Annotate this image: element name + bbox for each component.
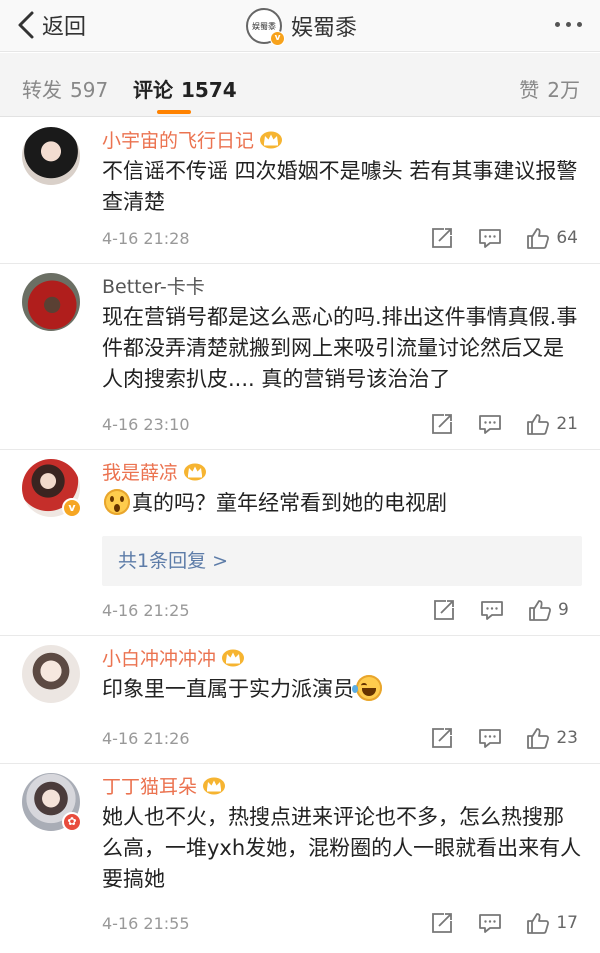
repost-icon[interactable] <box>432 598 456 622</box>
avatar[interactable]: ✿ <box>22 773 82 832</box>
username: 我是薛凉 <box>102 462 179 484</box>
tab-repost[interactable]: 转发 597 <box>22 74 108 103</box>
username-link[interactable]: 我是薛凉 <box>102 458 207 485</box>
like-count: 64 <box>556 228 578 248</box>
comment-item: ✿ 丁丁猫耳朵 她人也不火，热搜点进来评论也不多，怎么热搜那么高，一堆yxh发她… <box>0 764 600 953</box>
tab-like-label: 赞 <box>519 78 540 102</box>
like-count: 23 <box>556 728 578 748</box>
username: 丁丁猫耳朵 <box>102 776 198 798</box>
comment-actions: 17 <box>430 911 578 935</box>
avatar[interactable] <box>22 273 80 331</box>
comment-icon[interactable] <box>478 911 502 935</box>
username: Better-卡卡 <box>102 276 205 298</box>
comment-text: 真的吗？童年经常看到她的电视剧 <box>132 491 447 515</box>
comment-actions: 9 <box>432 598 578 622</box>
repost-icon[interactable] <box>430 226 454 250</box>
comment-time: 4-16 21:26 <box>102 729 190 748</box>
tab-comment[interactable]: 评论 1574 <box>133 74 237 103</box>
crown-icon <box>222 649 245 667</box>
account-name: 娱蜀黍 <box>291 16 358 41</box>
like-icon <box>527 728 550 749</box>
comment-item: 小宇宙的飞行日记 不信谣不传谣 四次婚姻不是噱头 若有其事建议报警查清楚 4-1… <box>0 118 600 264</box>
username-link[interactable]: 小宇宙的飞行日记 <box>102 126 283 153</box>
tab-repost-label: 转发 <box>22 78 62 102</box>
like-icon <box>527 228 550 249</box>
comment-text: 她人也不火，热搜点进来评论也不多，怎么热搜那么高，一堆yxh发她，混粉圈的人一眼… <box>102 805 582 891</box>
repost-icon[interactable] <box>430 412 454 436</box>
back-label: 返回 <box>42 15 87 40</box>
verified-icon: v <box>270 31 285 46</box>
comment-actions: 64 <box>430 226 578 250</box>
back-button[interactable]: 返回 <box>14 8 86 42</box>
crown-icon <box>203 777 226 795</box>
avatar[interactable]: v <box>22 459 82 518</box>
like-count: 17 <box>556 913 578 933</box>
like-button[interactable]: 17 <box>526 911 578 935</box>
comment-actions: 23 <box>430 726 578 750</box>
tab-like-count: 2万 <box>547 78 580 102</box>
account-avatar[interactable]: 娱蜀黍 v <box>246 8 285 46</box>
username: 小白冲冲冲冲 <box>102 648 217 670</box>
avatar[interactable] <box>22 127 80 185</box>
tab-bar: 转发 597 评论 1574 赞 2万 <box>0 53 600 117</box>
comment-icon[interactable] <box>478 226 502 250</box>
like-count: 9 <box>558 600 569 620</box>
username-link[interactable]: 丁丁猫耳朵 <box>102 772 226 799</box>
comment-time: 4-16 23:10 <box>102 415 190 434</box>
account-header[interactable]: 娱蜀黍 v 娱蜀黍 <box>246 7 358 46</box>
like-button[interactable]: 9 <box>528 598 578 622</box>
comment-time: 4-16 21:55 <box>102 914 190 933</box>
tab-comment-label: 评论 <box>133 78 173 102</box>
tab-like[interactable]: 赞 2万 <box>519 74 580 103</box>
more-dots-icon[interactable] <box>555 22 582 27</box>
comment-time: 4-16 21:28 <box>102 229 190 248</box>
comment-icon[interactable] <box>478 412 502 436</box>
comment-body: 印象里一直属于实力派演员 <box>102 674 582 705</box>
like-button[interactable]: 23 <box>526 726 578 750</box>
comment-text: 现在营销号都是这么恶心的吗.排出这件事情真假.事件都没弄清楚就搬到网上来吸引流量… <box>102 305 578 391</box>
repost-icon[interactable] <box>430 726 454 750</box>
comment-item: Better-卡卡 现在营销号都是这么恶心的吗.排出这件事情真假.事件都没弄清楚… <box>0 264 600 450</box>
comment-actions: 21 <box>430 412 578 436</box>
comment-time: 4-16 21:25 <box>102 601 190 620</box>
like-button[interactable]: 64 <box>526 226 578 250</box>
comment-text: 不信谣不传谣 四次婚姻不是噱头 若有其事建议报警查清楚 <box>102 159 578 214</box>
comment-icon[interactable] <box>480 598 504 622</box>
like-icon <box>529 600 551 621</box>
active-tab-indicator <box>157 110 191 114</box>
comment-body: 真的吗？童年经常看到她的电视剧 <box>102 488 582 519</box>
avatar[interactable] <box>22 645 80 703</box>
like-icon <box>527 913 550 934</box>
verified-badge-icon: v <box>62 498 82 518</box>
crown-icon <box>260 131 283 149</box>
like-count: 21 <box>556 414 578 434</box>
flower-badge-icon: ✿ <box>62 812 82 832</box>
tab-repost-count: 597 <box>70 78 109 102</box>
avatar-logo-text: 娱蜀黍 <box>252 21 276 31</box>
repost-icon[interactable] <box>430 911 454 935</box>
like-button[interactable]: 21 <box>526 412 578 436</box>
username-link[interactable]: Better-卡卡 <box>102 272 205 299</box>
reply-summary-link[interactable]: 共1条回复 > <box>102 536 582 586</box>
comment-item: 小白冲冲冲冲 印象里一直属于实力派演员 4-16 21:26 23 <box>0 636 600 764</box>
nav-bar: 返回 娱蜀黍 v 娱蜀黍 <box>0 0 600 52</box>
chevron-left-icon <box>18 11 34 39</box>
comment-text: 印象里一直属于实力派演员 <box>102 677 354 701</box>
username-link[interactable]: 小白冲冲冲冲 <box>102 644 245 671</box>
laugh-cry-emoji-icon <box>352 675 382 701</box>
username: 小宇宙的飞行日记 <box>102 130 255 152</box>
like-icon <box>527 414 550 435</box>
comment-icon[interactable] <box>478 726 502 750</box>
tab-comment-count: 1574 <box>181 78 237 102</box>
comment-item: v 我是薛凉 真的吗？童年经常看到她的电视剧 共1条回复 > 4-16 21:2… <box>0 450 600 636</box>
surprised-emoji-icon <box>104 489 130 515</box>
crown-icon <box>184 463 207 481</box>
